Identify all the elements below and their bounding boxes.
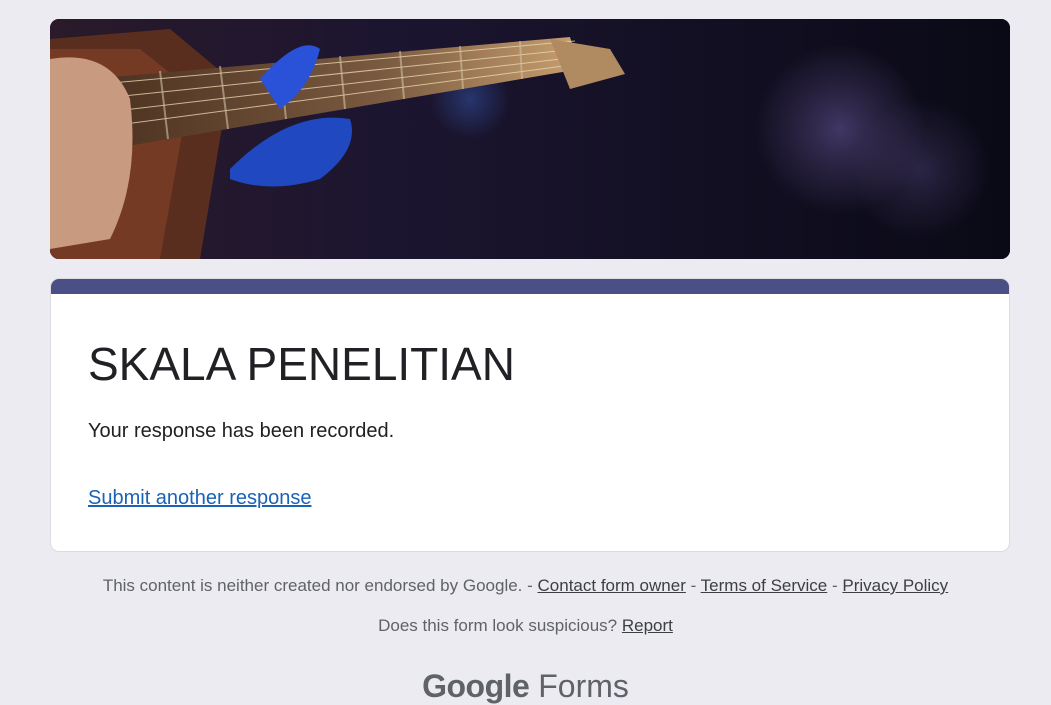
suspicious-text: Does this form look suspicious? [378,616,618,635]
report-link[interactable]: Report [622,616,673,635]
terms-of-service-link[interactable]: Terms of Service [701,576,828,595]
google-wordmark: Google [422,668,530,704]
footer-report-line: Does this form look suspicious? Report [0,616,1051,636]
google-forms-logo[interactable]: Google Forms [0,668,1051,705]
confirmation-message: Your response has been recorded. [88,420,395,442]
footer-separator: - [827,576,843,595]
footer-separator: - [685,576,701,595]
privacy-policy-link[interactable]: Privacy Policy [842,576,948,595]
footer-disclaimer-line: This content is neither created nor endo… [0,576,1051,596]
contact-form-owner-link[interactable]: Contact form owner [538,576,686,595]
card-accent-bar [51,279,1009,294]
submit-another-response-link[interactable]: Submit another response [88,487,311,510]
disclaimer-text: This content is neither created nor endo… [102,576,523,595]
header-banner-image [50,19,1010,259]
form-confirmation-page: SKALA PENELITIAN Your response has been … [0,0,1051,705]
form-title: SKALA PENELITIAN [88,338,515,390]
footer-separator: - [522,576,538,595]
confirmation-card: SKALA PENELITIAN Your response has been … [50,278,1010,552]
forms-wordmark: Forms [538,668,629,704]
